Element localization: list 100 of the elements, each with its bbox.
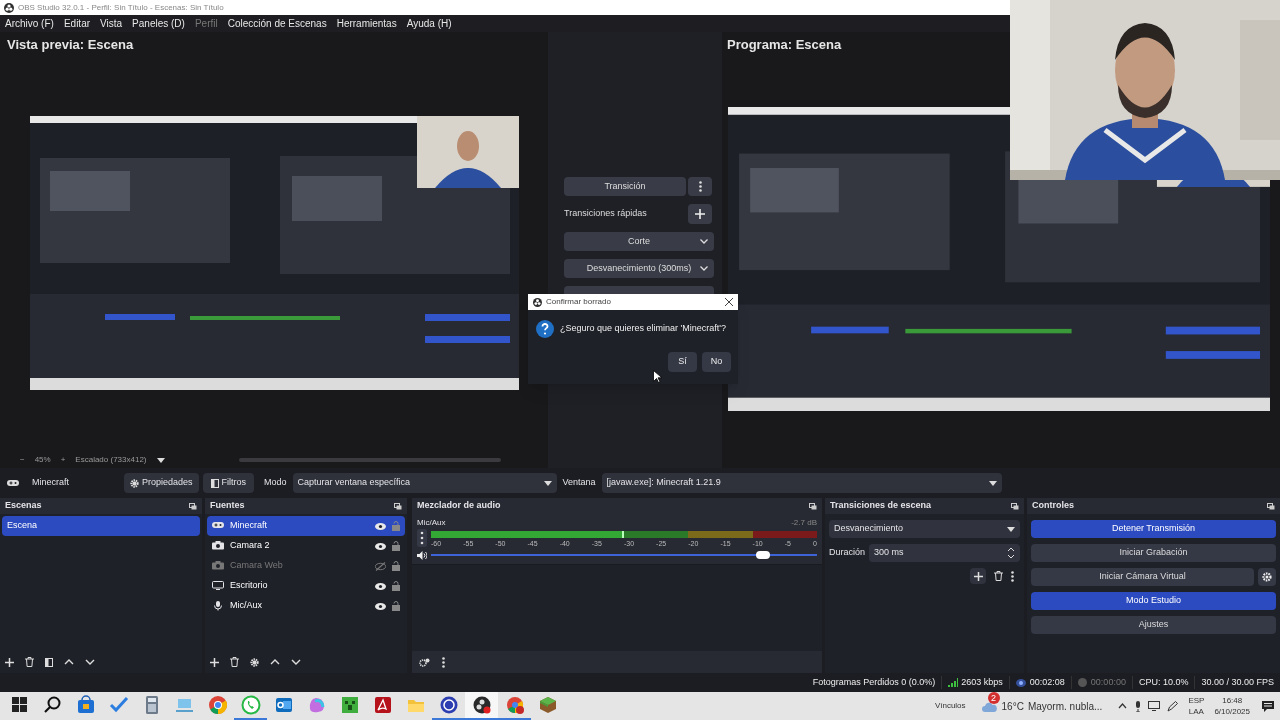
temperature: 16°C: [1001, 699, 1024, 714]
trash-icon[interactable]: [230, 657, 239, 667]
menu-item[interactable]: Editar: [63, 16, 91, 31]
zoom-in-button[interactable]: +: [60, 454, 66, 466]
source-item[interactable]: Camara 2: [207, 536, 405, 556]
add-button[interactable]: [688, 204, 712, 224]
gear-icon[interactable]: [250, 657, 259, 667]
menu-item[interactable]: Archivo (F): [5, 16, 54, 31]
chevron-down-icon[interactable]: [85, 659, 95, 665]
window-dropdown[interactable]: [javaw.exe]: Minecraft 1.21.9: [601, 473, 1002, 493]
duration-field[interactable]: 300 ms: [869, 544, 1020, 562]
menu-item[interactable]: Paneles (D): [132, 16, 185, 31]
duration-label: Duración: [829, 546, 866, 560]
chevron-down-icon[interactable]: [291, 659, 301, 665]
layout-label[interactable]: LAA: [1188, 706, 1204, 717]
eye-slash-icon[interactable]: [375, 561, 386, 571]
menu-item[interactable]: Ayuda (H): [406, 16, 452, 31]
language-label[interactable]: ESP: [1188, 695, 1205, 706]
eye-icon[interactable]: [375, 522, 386, 530]
dots-icon: [698, 181, 702, 192]
gamepad-icon: [212, 521, 224, 531]
dots-icon[interactable]: [417, 529, 427, 547]
properties-button[interactable]: Propiedades: [124, 473, 199, 493]
start-icon: [9, 695, 30, 715]
unlocked-icon[interactable]: [392, 561, 400, 571]
unlocked-icon[interactable]: [392, 601, 400, 611]
undock-icon[interactable]: [189, 502, 197, 510]
speaker-icon[interactable]: [417, 550, 427, 560]
menu-item[interactable]: Colección de Escenas: [227, 16, 327, 31]
chevron-up-icon[interactable]: [1118, 703, 1128, 709]
dots-icon[interactable]: [1011, 570, 1014, 582]
gears-icon[interactable]: [419, 657, 430, 667]
transition-button[interactable]: Transición: [564, 177, 686, 196]
links-label[interactable]: Vínculos: [934, 700, 966, 712]
unlocked-icon[interactable]: [392, 541, 400, 551]
menu-item[interactable]: Vista: [100, 16, 123, 31]
source-item[interactable]: Minecraft: [207, 516, 405, 536]
source-item[interactable]: Escritorio: [207, 576, 405, 596]
menu-item[interactable]: Herramientas: [336, 16, 397, 31]
dialog-button[interactable]: No: [702, 352, 731, 372]
undock-icon[interactable]: [1267, 502, 1275, 510]
quick-transition-dropdown[interactable]: Desvanecimiento (300ms): [564, 259, 714, 278]
filter-panel-icon[interactable]: [45, 657, 53, 667]
ring-icon: [438, 695, 459, 715]
close-icon[interactable]: [725, 298, 733, 306]
undock-icon[interactable]: [1011, 502, 1019, 510]
source-item[interactable]: Mic/Aux: [207, 596, 405, 616]
chevron-down-icon: [700, 266, 708, 271]
plus-icon[interactable]: [210, 657, 219, 667]
gear-icon: [1262, 572, 1272, 582]
undock-icon[interactable]: [394, 502, 402, 510]
cube-icon: [537, 695, 558, 715]
zoom-out-button[interactable]: −: [20, 454, 25, 466]
microphone-icon[interactable]: [1135, 700, 1142, 712]
transition-dropdown[interactable]: Desvanecimiento: [829, 520, 1020, 538]
control-button[interactable]: Modo Estudio: [1031, 592, 1276, 610]
scene-item[interactable]: Escena: [2, 516, 200, 536]
notifications-icon[interactable]: [1262, 700, 1274, 712]
undock-icon[interactable]: [809, 502, 817, 510]
control-button[interactable]: Iniciar Cámara Virtual: [1031, 568, 1254, 586]
source-item[interactable]: Camara Web: [207, 556, 405, 576]
eye-icon[interactable]: [375, 582, 386, 590]
control-button[interactable]: Detener Transmisión: [1031, 520, 1276, 538]
caret-icon[interactable]: [156, 457, 165, 463]
settings-button[interactable]: [1258, 568, 1276, 586]
plus-icon[interactable]: [5, 657, 14, 667]
chevron-down-icon: [700, 239, 708, 244]
stream-dot-icon: [1015, 678, 1026, 687]
monitor-icon[interactable]: [1148, 701, 1161, 711]
block-icon: [339, 695, 360, 715]
filters-button[interactable]: Filtros: [202, 473, 255, 493]
phone-bubble-icon: [240, 695, 261, 715]
clock-time[interactable]: 16:48: [1222, 695, 1243, 706]
dialog-button[interactable]: Sí: [668, 352, 697, 372]
program-label: Programa: Escena: [726, 36, 843, 54]
dropped-frames: Fotogramas Perdidos 0 (0.0%): [806, 675, 942, 690]
trash-icon[interactable]: [994, 571, 1003, 581]
window-title: OBS Studio 32.0.1 - Perfil: Sin Título - Escenas: Sin Título: [18, 1, 224, 14]
more-button[interactable]: [688, 177, 712, 196]
volume-slider[interactable]: [431, 551, 817, 559]
dots-icon[interactable]: [442, 656, 445, 668]
unlocked-icon[interactable]: [392, 581, 400, 591]
control-button[interactable]: Iniciar Grabación: [1031, 544, 1276, 562]
add-button[interactable]: [970, 568, 986, 584]
panel-title: Escenas: [5, 499, 42, 513]
taskbar-button[interactable]: [465, 692, 498, 720]
panel-title: Transiciones de escena: [830, 499, 932, 513]
quick-transition-dropdown[interactable]: Corte: [564, 232, 714, 251]
control-button[interactable]: Ajustes: [1031, 616, 1276, 634]
trash-icon[interactable]: [25, 657, 34, 667]
clock-date[interactable]: 6/10/2025: [1214, 706, 1250, 717]
search-icon: [42, 695, 63, 715]
eye-icon[interactable]: [375, 602, 386, 610]
mode-dropdown[interactable]: Capturar ventana específica: [292, 473, 557, 493]
scrollbar[interactable]: [238, 458, 501, 462]
pen-icon[interactable]: [1167, 700, 1179, 712]
disc-icon: [471, 695, 492, 715]
source-name: Minecraft: [32, 476, 70, 490]
source-label: Camara 2: [230, 539, 271, 553]
eye-icon[interactable]: [375, 542, 386, 550]
